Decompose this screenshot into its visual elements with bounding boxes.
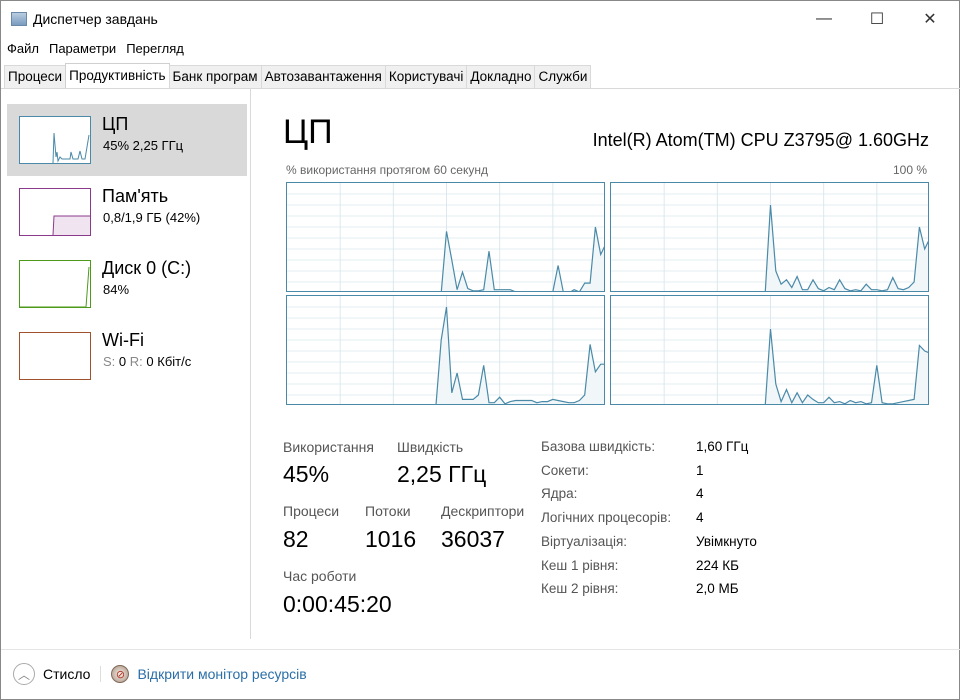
- sidebar-item-label: Wi-Fi: [102, 330, 144, 350]
- page-title: ЦП: [283, 113, 333, 151]
- tab-services[interactable]: Служби: [534, 65, 592, 88]
- sidebar-item-label: Диск 0 (C:): [102, 258, 192, 278]
- detail-label: Віртуалізація:: [541, 533, 628, 549]
- sidebar-item-disk[interactable]: Диск 0 (C:) 84%: [7, 248, 247, 320]
- sidebar-item-memory[interactable]: Пам'ять 0,8/1,9 ГБ (42%): [7, 176, 247, 248]
- detail-value: 2,0 МБ: [696, 581, 739, 597]
- menu-options[interactable]: Параметри: [49, 41, 116, 56]
- sidebar-item-cpu[interactable]: ЦП 45% 2,25 ГГц: [7, 104, 247, 176]
- speed-value: 2,25 ГГц: [397, 461, 487, 487]
- resource-monitor-icon: ⊘: [111, 665, 130, 683]
- sidebar-item-wifi[interactable]: Wi-Fi S: 0 R: 0 Кбіт/с: [7, 320, 247, 392]
- threads-value: 1016: [365, 526, 417, 552]
- detail-label: Базова швидкість:: [541, 439, 656, 454]
- sidebar-item-value: 84%: [103, 282, 130, 297]
- tab-processes[interactable]: Процеси: [4, 65, 67, 88]
- menu-view[interactable]: Перегляд: [126, 41, 184, 56]
- minimize-button[interactable]: —: [801, 5, 847, 33]
- detail-value: Увімкнуто: [696, 533, 757, 549]
- processes-label: Процеси: [283, 503, 340, 519]
- detail-value: 4: [696, 486, 704, 502]
- send-label: S:: [103, 354, 116, 369]
- handles-value: 36037: [441, 526, 505, 552]
- collapse-chevron-up-icon[interactable]: ︿: [13, 663, 35, 685]
- menu-bar: Файл Параметри Перегляд: [7, 41, 184, 56]
- detail-value: 1,60 ГГц: [696, 439, 749, 454]
- detail-value: 1: [696, 462, 704, 478]
- sidebar: ЦП 45% 2,25 ГГц Пам'ять 0,8/1,9 ГБ (42%)…: [1, 89, 251, 639]
- sidebar-item-value: 45% 2,25 ГГц: [103, 138, 184, 153]
- footer-divider: [1, 649, 960, 650]
- open-resource-monitor-link[interactable]: Відкрити монітор ресурсів: [137, 666, 306, 682]
- tab-users[interactable]: Користувачі: [384, 65, 468, 88]
- cpu-core-graph-2: [286, 295, 605, 405]
- memory-mini-graph: [19, 188, 91, 236]
- tab-app-history[interactable]: Банк програм: [168, 65, 262, 88]
- tab-performance[interactable]: Продуктивність: [65, 63, 170, 88]
- cpu-core-graph-0: [286, 182, 605, 292]
- handles-label: Дескриптори: [441, 503, 525, 519]
- processes-value: 82: [283, 526, 309, 552]
- sidebar-item-label: Пам'ять: [102, 186, 169, 206]
- disk-mini-graph: [19, 260, 91, 308]
- sidebar-item-value: S: 0 R: 0 Кбіт/с: [103, 354, 191, 369]
- uptime-value: 0:00:45:20: [283, 591, 392, 617]
- cpu-mini-graph: [19, 116, 91, 164]
- detail-label: Кеш 2 рівня:: [541, 581, 619, 597]
- detail-value: 4: [696, 510, 704, 526]
- cpu-model: Intel(R) Atom(TM) CPU Z3795@ 1.60GHz: [592, 130, 929, 150]
- series-area: [436, 307, 604, 404]
- separator: [100, 666, 102, 682]
- receive-value: 0 Кбіт/с: [146, 354, 192, 369]
- tab-details[interactable]: Докладно: [466, 65, 536, 88]
- collapse-button[interactable]: Стисло: [43, 666, 90, 682]
- uptime-label: Час роботи: [283, 568, 357, 584]
- maximize-button[interactable]: ☐: [854, 5, 900, 33]
- menu-file[interactable]: Файл: [7, 41, 39, 56]
- graph-max-label: 100 %: [892, 163, 927, 177]
- tab-bar: Процеси Продуктивність Банк програм Авто…: [4, 63, 592, 88]
- tab-startup[interactable]: Автозавантаження: [260, 65, 386, 88]
- cpu-core-graph-3: [610, 295, 929, 405]
- threads-label: Потоки: [365, 503, 411, 519]
- sidebar-item-label: ЦП: [102, 114, 129, 134]
- speed-label: Швидкість: [397, 439, 464, 455]
- graph-label: % використання протягом 60 секунд: [286, 163, 488, 177]
- detail-label: Логічних процесорів:: [541, 510, 672, 526]
- receive-label: R:: [129, 354, 143, 369]
- detail-label: Сокети:: [541, 462, 589, 478]
- detail-label: Ядра:: [541, 486, 578, 502]
- cpu-core-graph-1: [610, 182, 929, 292]
- send-value: 0: [118, 354, 127, 369]
- detail-value: 224 КБ: [696, 557, 739, 573]
- detail-label: Кеш 1 рівня:: [541, 557, 619, 573]
- sidebar-item-value: 0,8/1,9 ГБ (42%): [103, 210, 201, 225]
- window-title: Диспетчер завдань: [33, 11, 158, 27]
- close-button[interactable]: ✕: [907, 5, 953, 33]
- usage-value: 45%: [283, 461, 330, 487]
- footer: ︿ Стисло ⊘ Відкрити монітор ресурсів: [13, 663, 307, 685]
- usage-label: Використання: [283, 439, 374, 455]
- app-icon: [11, 12, 27, 26]
- wifi-mini-graph: [19, 332, 91, 380]
